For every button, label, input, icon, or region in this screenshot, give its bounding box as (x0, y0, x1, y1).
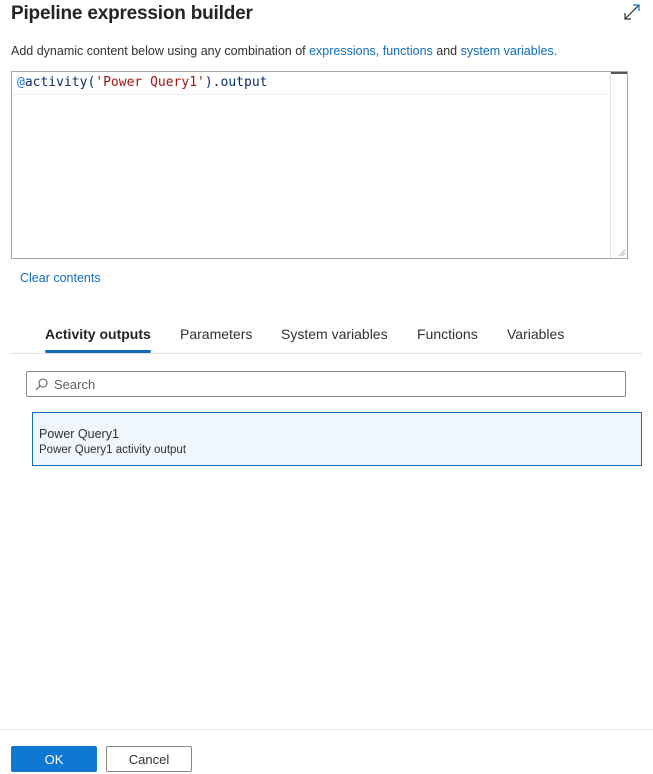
cancel-button[interactable]: Cancel (106, 746, 192, 772)
description-text: Add dynamic content below using any comb… (11, 44, 310, 58)
list-item[interactable]: Power Query1 Power Query1 activity outpu… (32, 412, 642, 466)
editor-scrollbar[interactable] (610, 72, 627, 258)
description-and: and (432, 44, 461, 58)
code-property: ).output (204, 75, 268, 90)
clear-contents-link[interactable]: Clear contents (20, 271, 101, 285)
footer-divider (0, 729, 653, 730)
tab-activity-outputs[interactable]: Activity outputs (45, 326, 151, 353)
search-input[interactable] (54, 375, 614, 393)
code-function: activity( (24, 75, 96, 90)
item-name: Power Query1 (39, 427, 119, 441)
code-string: 'Power Query1' (95, 75, 205, 90)
tab-parameters[interactable]: Parameters (180, 326, 252, 342)
search-box[interactable] (26, 371, 626, 397)
resize-grip-icon[interactable] (618, 249, 626, 257)
tab-bar: Activity outputs Parameters System varia… (11, 326, 642, 354)
tab-variables[interactable]: Variables (507, 326, 564, 342)
code-at: @ (17, 75, 25, 90)
system-variables-link[interactable]: system variables. (461, 44, 558, 58)
tab-system-variables[interactable]: System variables (281, 326, 388, 342)
expression-editor[interactable]: @activity('Power Query1').output (11, 71, 628, 259)
dialog-title: Pipeline expression builder (11, 3, 253, 24)
search-icon (35, 378, 48, 391)
expressions-functions-link[interactable]: expressions, functions (309, 44, 433, 58)
expression-code[interactable]: @activity('Power Query1').output (17, 75, 267, 90)
tab-functions[interactable]: Functions (417, 326, 478, 342)
expand-diagonal-icon (624, 4, 640, 20)
scrollbar-thumb[interactable] (611, 72, 627, 74)
description: Add dynamic content below using any comb… (11, 44, 557, 58)
item-description: Power Query1 activity output (39, 444, 187, 456)
ok-button[interactable]: OK (11, 746, 97, 772)
expand-button[interactable] (622, 2, 642, 22)
